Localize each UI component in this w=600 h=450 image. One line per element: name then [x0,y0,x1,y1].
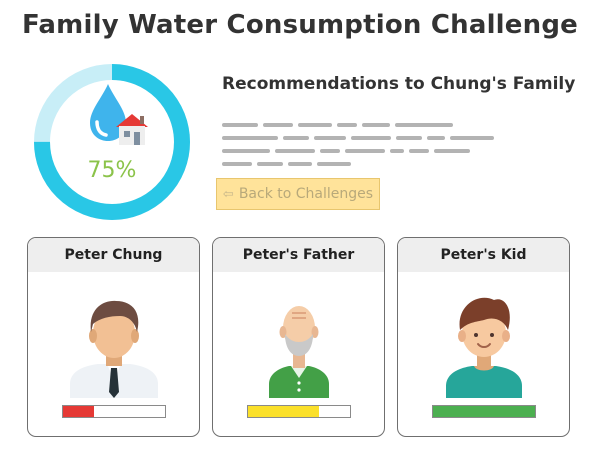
consumption-fill [63,406,94,417]
recommendations-title: Recommendations to Chung's Family [222,74,576,94]
elderly-man-avatar-icon [269,306,329,398]
progress-percent: 75% [87,158,137,183]
boy-avatar-icon [446,297,522,398]
consumption-bar [247,405,351,418]
member-name: Peter Chung [28,238,199,272]
consumption-bar [62,405,166,418]
back-to-challenges-button[interactable]: ⇦ Back to Challenges [216,178,380,210]
consumption-fill [433,406,535,417]
member-name: Peter's Father [213,238,384,272]
man-avatar-icon [70,300,158,398]
member-name: Peter's Kid [398,238,569,272]
back-button-label: Back to Challenges [238,186,374,202]
consumption-bar [432,405,536,418]
consumption-fill [248,406,320,417]
member-card: Peter's Kid [397,237,570,437]
progress-ring: 75% [32,62,192,222]
progress-ring-graphic [34,64,190,220]
member-card: Peter's Father [212,237,385,437]
back-arrow-icon: ⇦ [222,186,234,202]
page-title: Family Water Consumption Challenge [22,10,578,40]
member-card: Peter Chung [27,237,200,437]
